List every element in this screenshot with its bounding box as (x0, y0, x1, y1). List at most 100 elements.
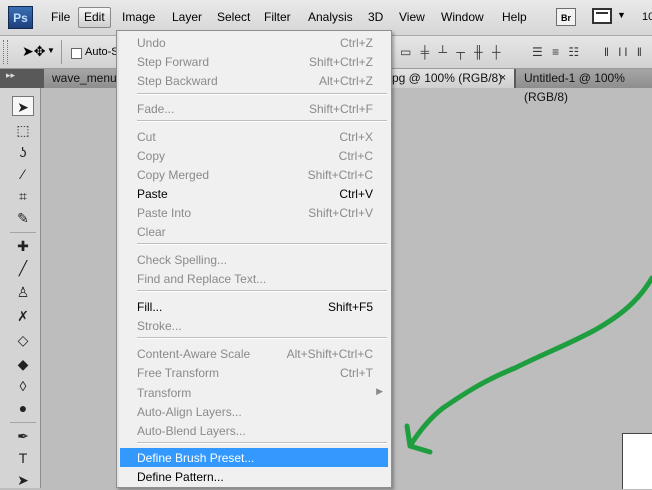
menu-item-find-replace[interactable]: Find and Replace Text... (120, 269, 388, 288)
eraser-tool-icon[interactable]: ◇ (12, 330, 34, 350)
menu-item-stroke[interactable]: Stroke... (120, 316, 388, 335)
brush-tool-icon[interactable]: ╱ (12, 258, 34, 278)
marquee-tool-icon[interactable]: ⬚ (12, 120, 34, 140)
menu-item-shortcut: Shift+Ctrl+C (307, 168, 373, 182)
blur-tool-icon[interactable]: ◊ (12, 376, 34, 396)
healing-brush-tool-icon[interactable]: ✚ (12, 236, 34, 256)
menu-separator (137, 93, 387, 95)
edit-menu-dropdown: Undo Ctrl+Z Step Forward Shift+Ctrl+Z Step… (116, 30, 392, 488)
menu-image[interactable]: Image (117, 7, 160, 28)
photoshop-logo: Ps (8, 6, 33, 29)
tool-preset-dropdown-icon[interactable]: ▼ (47, 46, 55, 55)
menu-item-label: Fade... (137, 102, 175, 116)
menu-item-label: Check Spelling... (137, 253, 228, 267)
menu-item-paste[interactable]: Paste Ctrl+V (120, 184, 388, 203)
menu-filter[interactable]: Filter (259, 7, 296, 28)
toolbox-separator (10, 232, 36, 233)
tab-untitled-1[interactable]: Untitled-1 @ 100% (RGB/8) (516, 69, 652, 104)
menu-item-label: Step Forward (137, 55, 210, 69)
menu-item-step-backward[interactable]: Step Backward Alt+Ctrl+Z (120, 71, 388, 90)
menu-item-shortcut: Shift+Ctrl+Z (308, 55, 373, 69)
menu-item-undo[interactable]: Undo Ctrl+Z (120, 33, 388, 52)
align-icons[interactable]: ▭ ╪ ┴ ┬ ╫ ┼ (400, 45, 504, 59)
tab-label: Untitled-1 @ 100% (RGB/8) (524, 71, 625, 104)
menu-item-shortcut: Ctrl+V (339, 187, 373, 201)
menu-item-shortcut: Ctrl+Z (340, 36, 373, 50)
menu-separator (137, 337, 387, 339)
menu-item-check-spelling[interactable]: Check Spelling... (120, 250, 388, 269)
menu-item-label: Cut (137, 130, 156, 144)
menu-item-shortcut: Alt+Shift+Ctrl+C (286, 347, 373, 361)
bridge-button[interactable]: Br (556, 8, 576, 26)
menu-file[interactable]: File (46, 7, 75, 28)
menu-item-label: Stroke... (137, 319, 182, 333)
menu-3d[interactable]: 3D (363, 7, 388, 28)
menu-item-auto-align-layers[interactable]: Auto-Align Layers... (120, 402, 388, 421)
chevron-down-icon[interactable]: ▼ (617, 10, 626, 20)
menu-item-label: Step Backward (137, 74, 218, 88)
toolbox-separator (10, 422, 36, 423)
options-grip[interactable] (3, 40, 8, 64)
menu-window[interactable]: Window (436, 7, 489, 28)
menu-item-fade[interactable]: Fade... Shift+Ctrl+F (120, 99, 388, 118)
screen-mode-icon[interactable] (592, 8, 612, 24)
menu-item-label: Define Brush Preset... (137, 451, 255, 465)
auto-select-label: Auto-S (85, 46, 119, 58)
menu-item-define-brush-preset[interactable]: Define Brush Preset... (120, 448, 388, 467)
menu-item-fill[interactable]: Fill... Shift+F5 (120, 297, 388, 316)
eyedropper-tool-icon[interactable]: ✎ (12, 208, 34, 228)
menu-item-label: Auto-Blend Layers... (137, 424, 246, 438)
menu-item-label: Content-Aware Scale (137, 347, 251, 361)
menu-help[interactable]: Help (497, 7, 532, 28)
menu-layer[interactable]: Layer (167, 7, 207, 28)
tab-label: wave_menu. (52, 71, 121, 85)
crop-tool-icon[interactable]: ⌗ (12, 186, 34, 206)
paint-bucket-tool-icon[interactable]: ◆ (12, 354, 34, 374)
history-brush-tool-icon[interactable]: ✗ (12, 306, 34, 326)
tab-active-document[interactable]: pg @ 100% (RGB/8) × (384, 69, 514, 88)
tab-label: pg @ 100% (RGB/8) (392, 71, 503, 85)
move-tool-icon[interactable]: ➤✥ (22, 43, 45, 60)
menu-edit[interactable]: Edit (78, 7, 111, 28)
menu-item-auto-blend-layers[interactable]: Auto-Blend Layers... (120, 421, 388, 440)
menu-item-transform[interactable]: Transform ▶ (120, 383, 388, 402)
distribute-icons[interactable]: ☰ ≡ ☷ (532, 45, 582, 59)
menu-item-label: Clear (137, 225, 166, 239)
menu-item-shortcut: Ctrl+C (338, 149, 373, 163)
menu-item-label: Copy (137, 149, 166, 163)
menu-view[interactable]: View (394, 7, 430, 28)
tools-panel: ➤ ⬚ ʖ ⁄ ⌗ ✎ ✚ ╱ ♙ ✗ ◇ ◆ ◊ ● ✒ T ➤ (0, 88, 41, 488)
path-selection-tool-icon[interactable]: ➤ (12, 470, 34, 490)
menu-item-label: Undo (137, 36, 166, 50)
menu-item-clear[interactable]: Clear (120, 222, 388, 241)
menu-item-cut[interactable]: Cut Ctrl+X (120, 127, 388, 146)
menu-item-label: Copy Merged (137, 168, 210, 182)
close-icon[interactable]: × (500, 69, 506, 88)
pen-tool-icon[interactable]: ✒ (12, 426, 34, 446)
type-tool-icon[interactable]: T (12, 448, 34, 468)
menu-analysis[interactable]: Analysis (303, 7, 358, 28)
tab-wave-menu[interactable]: wave_menu. (44, 69, 122, 88)
menu-item-shortcut: Alt+Ctrl+Z (318, 74, 373, 88)
lasso-tool-icon[interactable]: ʖ (12, 142, 34, 162)
menu-item-copy[interactable]: Copy Ctrl+C (120, 146, 388, 165)
distribute-horizontal-icons[interactable]: ǁ ǀǀ ǁ (604, 45, 645, 59)
menu-item-step-forward[interactable]: Step Forward Shift+Ctrl+Z (120, 52, 388, 71)
auto-select-checkbox[interactable] (71, 48, 82, 59)
menu-separator (137, 243, 387, 245)
dodge-tool-icon[interactable]: ● (12, 398, 34, 418)
menu-item-free-transform[interactable]: Free Transform Ctrl+T (120, 363, 388, 382)
clone-stamp-tool-icon[interactable]: ♙ (12, 282, 34, 302)
menu-select[interactable]: Select (212, 7, 255, 28)
menu-item-label: Define Pattern... (137, 470, 224, 484)
menu-item-paste-into[interactable]: Paste Into Shift+Ctrl+V (120, 203, 388, 222)
collapse-panel-icon[interactable]: ▸▸ (6, 70, 15, 81)
quick-selection-tool-icon[interactable]: ⁄ (12, 164, 34, 184)
zoom-level[interactable]: 10 (642, 11, 652, 23)
menu-item-shortcut: Shift+F5 (327, 300, 373, 314)
move-tool-icon[interactable]: ➤ (12, 96, 34, 116)
menu-item-copy-merged[interactable]: Copy Merged Shift+Ctrl+C (120, 165, 388, 184)
menu-item-content-aware-scale[interactable]: Content-Aware Scale Alt+Shift+Ctrl+C (120, 344, 388, 363)
menu-item-define-pattern[interactable]: Define Pattern... (120, 467, 388, 486)
annotation-arrow (404, 275, 652, 455)
